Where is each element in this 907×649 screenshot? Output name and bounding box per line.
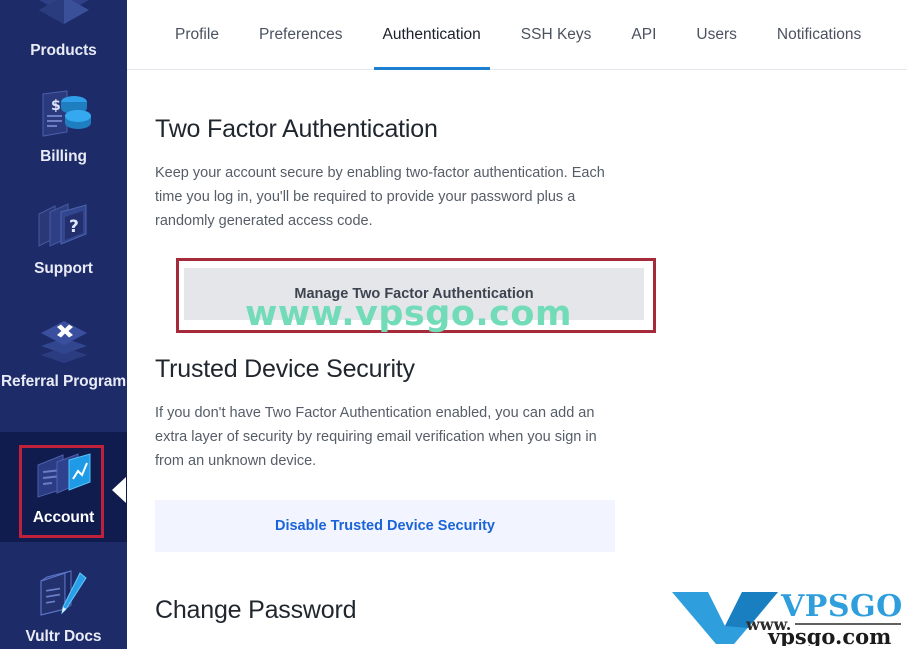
support-question-cards-icon: ? — [33, 200, 95, 254]
referral-layers-x-icon — [33, 313, 95, 367]
sidebar-item-label-billing: Billing — [40, 148, 87, 165]
tab-profile[interactable]: Profile — [155, 0, 239, 70]
svg-text:$: $ — [51, 98, 61, 114]
tab-ssh-keys[interactable]: SSH Keys — [501, 0, 612, 70]
two-factor-description: Keep your account secure by enabling two… — [155, 165, 605, 229]
app-root: Products $ Billing ? Support Referral Pr… — [0, 0, 907, 649]
tab-label-users: Users — [696, 25, 737, 43]
billing-invoice-coins-icon: $ — [33, 88, 95, 142]
sidebar-item-label-products: Products — [30, 42, 97, 59]
svg-text:?: ? — [69, 217, 79, 237]
tab-label-api: API — [631, 25, 657, 43]
sidebar-active-pointer-icon — [112, 477, 126, 503]
sidebar-item-vultr-docs[interactable]: Vultr Docs — [0, 558, 127, 649]
tab-authentication[interactable]: Authentication — [363, 0, 501, 70]
sidebar-item-account[interactable]: Account — [0, 432, 127, 542]
trusted-device-description: If you don't have Two Factor Authenticat… — [155, 405, 597, 469]
tab-label-profile: Profile — [175, 25, 219, 43]
tab-label-ssh-keys: SSH Keys — [520, 25, 592, 43]
main-sidebar: Products $ Billing ? Support Referral Pr… — [0, 0, 127, 649]
change-password-title: Change Password — [155, 596, 357, 624]
tab-users[interactable]: Users — [676, 0, 756, 70]
tab-label-authentication: Authentication — [382, 25, 481, 43]
disable-trusted-device-security-button[interactable]: Disable Trusted Device Security — [155, 500, 615, 552]
authentication-panel: Two Factor Authentication Keep your acco… — [127, 115, 907, 625]
sidebar-item-label-vultr-docs: Vultr Docs — [25, 628, 102, 645]
tab-label-preferences: Preferences — [258, 25, 343, 43]
tab-preferences[interactable]: Preferences — [239, 0, 363, 70]
account-tabbar: Profile Preferences Authentication SSH K… — [127, 0, 907, 70]
two-factor-title: Two Factor Authentication — [155, 115, 438, 143]
docs-book-pencil-icon — [33, 568, 95, 622]
tab-notifications[interactable]: Notifications — [757, 0, 881, 70]
main-content: Profile Preferences Authentication SSH K… — [127, 0, 907, 649]
sidebar-item-support[interactable]: ? Support — [0, 190, 127, 290]
trusted-device-title: Trusted Device Security — [155, 355, 415, 383]
products-chevron-icon — [33, 0, 95, 36]
sidebar-item-billing[interactable]: $ Billing — [0, 78, 127, 178]
sidebar-item-products[interactable]: Products — [0, 0, 127, 62]
sidebar-item-label-referral: Referral Program — [0, 373, 127, 390]
sidebar-item-referral-program[interactable]: Referral Program — [0, 303, 127, 418]
tab-api[interactable]: API — [611, 0, 676, 70]
tab-label-notifications: Notifications — [776, 25, 862, 43]
sidebar-item-label-support: Support — [34, 260, 93, 277]
account-card-chart-icon — [33, 449, 95, 503]
manage-two-factor-button[interactable]: Manage Two Factor Authentication — [184, 268, 644, 320]
sidebar-item-label-account: Account — [32, 509, 95, 526]
